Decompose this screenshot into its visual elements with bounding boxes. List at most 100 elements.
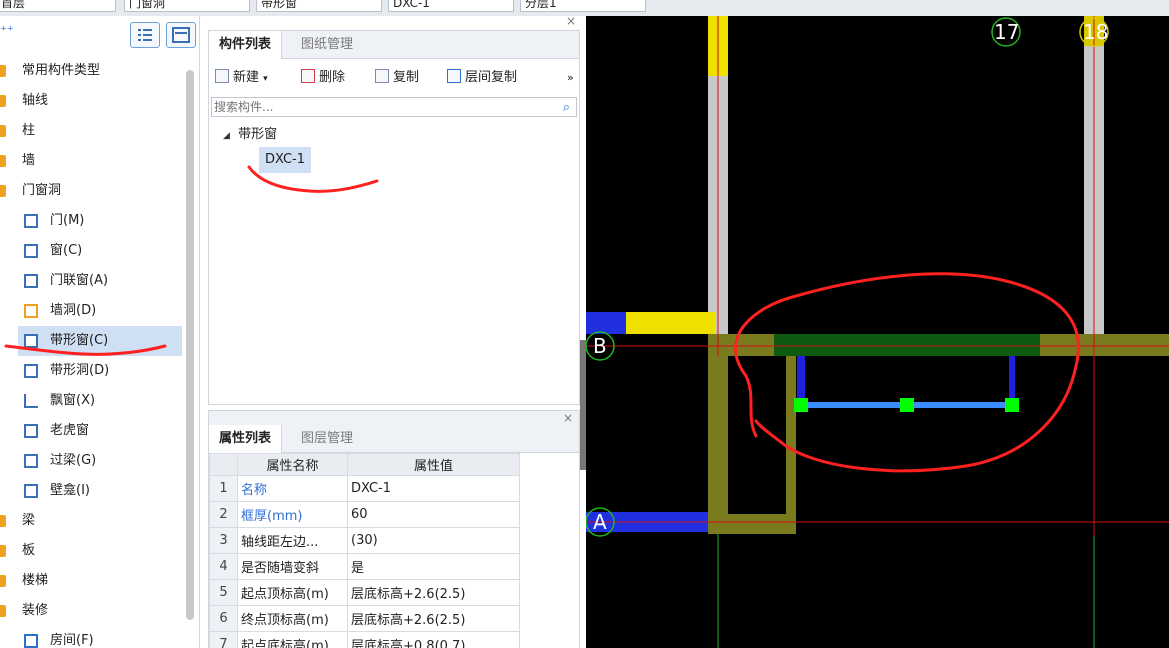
tree-item-column[interactable]: 柱 <box>0 116 199 146</box>
table-row[interactable]: 7 起点底标高(m) 层底标高+0.8(0.7) <box>209 631 520 648</box>
tree-item-common[interactable]: 常用构件类型 <box>0 56 199 86</box>
close-icon[interactable]: × <box>563 411 573 425</box>
folder-icon <box>0 155 6 167</box>
type-combo[interactable]: 带形窗 <box>256 0 382 12</box>
detail-view-button[interactable] <box>166 22 196 48</box>
column-header-name: 属性名称 <box>237 453 348 476</box>
layer-copy-button[interactable]: 层间复制 <box>447 67 517 89</box>
tree-item-niche[interactable]: 壁龛(I) <box>0 476 199 506</box>
niche-icon <box>24 484 38 498</box>
wall-segment <box>1040 334 1169 356</box>
room-icon <box>24 634 38 648</box>
wall-segment <box>626 312 716 334</box>
tree-item-axis[interactable]: 轴线 <box>0 86 199 116</box>
tab-component-list[interactable]: 构件列表 <box>209 31 283 59</box>
folder-icon <box>0 125 6 137</box>
tree-item-dormer[interactable]: 老虎窗 <box>0 416 199 446</box>
new-button[interactable]: 新建 ▾ <box>215 67 268 89</box>
copy-button[interactable]: 复制 <box>375 67 419 89</box>
axis-label-17: 17 <box>994 20 1019 44</box>
axis-label-18: 18 <box>1083 20 1108 44</box>
window-icon <box>24 244 38 258</box>
tab-layer-management[interactable]: 图层管理 <box>291 425 363 453</box>
grip-handle[interactable] <box>900 398 914 412</box>
pin-icon[interactable]: ⁺⁺ <box>0 24 14 39</box>
axis-label-B: B <box>593 334 607 358</box>
layer-copy-icon <box>447 69 461 83</box>
folder-icon <box>0 545 6 557</box>
table-row[interactable]: 1 名称 DXC-1 <box>209 475 520 502</box>
app-window: 首层 门窗洞 带形窗 DXC-1 分层1 ⁺⁺ 常用构件类型 轴线 柱 墙 门窗… <box>0 0 1169 648</box>
wall-segment <box>786 356 796 534</box>
table-row[interactable]: 6 终点顶标高(m) 层底标高+2.6(2.5) <box>209 605 520 632</box>
layer-combo[interactable]: 分层1 <box>520 0 646 12</box>
detail-view-icon <box>172 27 190 43</box>
component-list-panel: 构件列表 图纸管理 新建 ▾ 删除 复制 层间复制 » ⌕ ◢ 带形窗 DXC-… <box>208 30 580 405</box>
collapse-arrow-icon[interactable]: ◢ <box>223 131 230 141</box>
tree-item-wall-opening[interactable]: 墙洞(D) <box>0 296 199 326</box>
grip-handle[interactable] <box>794 398 808 412</box>
property-panel: × 属性列表 图层管理 属性名称 属性值 1 名称 DXC-1 2 框厚(mm) 60 … <box>208 410 580 648</box>
property-table: 属性名称 属性值 1 名称 DXC-1 2 框厚(mm) 60 3 轴线距左边... (30… <box>209 453 520 648</box>
tree-scrollbar[interactable] <box>186 70 194 620</box>
list-view-button[interactable] <box>130 22 160 48</box>
tree-item-stairs[interactable]: 楼梯 <box>0 566 199 596</box>
door-window-icon <box>24 274 38 288</box>
tree-item-door-window[interactable]: 门联窗(A) <box>0 266 199 296</box>
tree-item-strip-window[interactable]: 带形窗(C) <box>18 326 182 356</box>
folder-icon <box>0 575 6 587</box>
wall-opening-icon <box>24 304 38 318</box>
property-panel-header <box>209 411 579 425</box>
chevron-down-icon[interactable]: ▾ <box>263 74 268 84</box>
tab-drawing-management[interactable]: 图纸管理 <box>291 31 363 59</box>
tree-item-room[interactable]: 房间(F) <box>0 626 199 648</box>
door-icon <box>24 214 38 228</box>
axis-label-A: A <box>593 510 607 534</box>
floor-combo[interactable]: 首层 <box>0 0 116 12</box>
table-row[interactable]: 5 起点顶标高(m) 层底标高+2.6(2.5) <box>209 579 520 606</box>
delete-button[interactable]: 删除 <box>301 67 345 89</box>
table-row[interactable]: 4 是否随墙变斜是 <box>209 553 520 580</box>
search-input[interactable] <box>212 98 542 116</box>
tree-item-finish[interactable]: 装修 <box>0 596 199 626</box>
new-icon <box>215 69 229 83</box>
tree-item-wall[interactable]: 墙 <box>0 146 199 176</box>
tree-item-strip-opening[interactable]: 带形洞(D) <box>0 356 199 386</box>
table-row[interactable]: 2 框厚(mm) 60 <box>209 501 520 528</box>
folder-icon <box>0 515 6 527</box>
component-combo[interactable]: DXC-1 <box>388 0 514 12</box>
cad-drawing-canvas[interactable]: 17 18 B A <box>586 16 1169 648</box>
tree-item-window[interactable]: 窗(C) <box>0 236 199 266</box>
component-search-box: ⌕ <box>211 97 577 117</box>
table-row[interactable]: 3 轴线距左边... (30) <box>209 527 520 554</box>
wall-segment <box>708 334 728 534</box>
component-type-tree: ⁺⁺ 常用构件类型 轴线 柱 墙 门窗洞 门(M) 窗(C) 门联窗(A) 墙洞… <box>0 16 200 648</box>
copy-icon <box>375 69 389 83</box>
lintel-icon <box>24 454 38 468</box>
tree-item-bay-window[interactable]: 飘窗(X) <box>0 386 199 416</box>
tree-item-door[interactable]: 门(M) <box>0 206 199 236</box>
component-tabs: 构件列表 图纸管理 <box>209 31 579 59</box>
tree-node-strip-window[interactable]: ◢ 带形窗 <box>223 123 277 147</box>
wall-segment <box>708 514 796 534</box>
table-header-row: 属性名称 属性值 <box>209 453 520 476</box>
folder-icon <box>0 95 6 107</box>
strip-opening-icon <box>24 364 38 378</box>
bay-window-icon <box>24 394 38 408</box>
more-button[interactable]: » <box>567 67 574 89</box>
dormer-window-icon <box>24 424 38 438</box>
tree-item-slab[interactable]: 板 <box>0 536 199 566</box>
tree-item-openings[interactable]: 门窗洞 <box>0 176 199 206</box>
search-icon[interactable]: ⌕ <box>563 100 570 115</box>
tree-item-beam[interactable]: 梁 <box>0 506 199 536</box>
tree-item-lintel[interactable]: 过梁(G) <box>0 446 199 476</box>
wall-segment <box>586 312 626 334</box>
folder-open-icon <box>0 605 6 617</box>
component-item-dxc1[interactable]: DXC-1 <box>259 147 312 173</box>
tab-property-list[interactable]: 属性列表 <box>209 425 283 453</box>
grip-handle[interactable] <box>1005 398 1019 412</box>
delete-icon <box>301 69 315 83</box>
property-tabs: 属性列表 图层管理 <box>209 425 579 453</box>
column-header-value: 属性值 <box>347 453 520 476</box>
category-combo[interactable]: 门窗洞 <box>124 0 250 12</box>
